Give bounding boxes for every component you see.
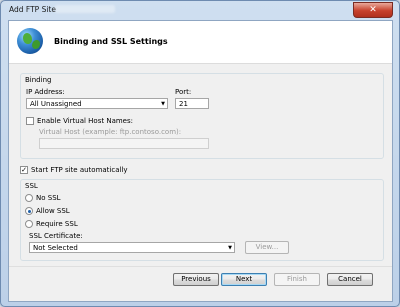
window-title: Add FTP Site [9,5,56,14]
previous-button[interactable]: Previous [173,273,219,286]
view-certificate-button[interactable]: View... [245,241,289,254]
dialog-client-area: Binding and SSL Settings Binding IP Addr… [8,20,393,302]
radio-allow-ssl[interactable] [25,207,33,215]
close-button[interactable]: ✕ [353,2,393,18]
globe-icon [17,28,43,54]
add-ftp-site-window: Add FTP Site ✕ Binding and SSL Settings … [0,0,400,307]
no-ssl-label: No SSL [36,194,61,202]
binding-group-label: Binding [25,76,52,84]
start-automatically-checkbox[interactable]: ✓ [20,166,28,174]
ssl-certificate-value: Not Selected [33,244,78,252]
ip-address-select[interactable]: All Unassigned ▼ [26,98,168,109]
finish-button[interactable]: Finish [274,273,320,286]
wizard-header: Binding and SSL Settings [9,21,392,64]
virtual-host-label: Virtual Host (example: ftp.contoso.com): [39,128,182,136]
ssl-certificate-select[interactable]: Not Selected ▼ [29,242,235,253]
footer-separator [9,266,392,267]
chevron-down-icon: ▼ [161,101,165,107]
ip-address-value: All Unassigned [30,100,82,108]
enable-virtual-host-checkbox[interactable] [26,117,34,125]
ssl-group-label: SSL [25,182,38,190]
start-automatically-label: Start FTP site automatically [31,166,128,174]
port-input[interactable]: 21 [175,98,209,109]
next-button[interactable]: Next [221,273,267,286]
port-label: Port: [175,88,192,96]
require-ssl-label: Require SSL [36,220,78,228]
title-bar[interactable]: Add FTP Site ✕ [1,1,399,19]
virtual-host-input[interactable] [39,138,209,149]
ssl-certificate-label: SSL Certificate: [29,232,83,240]
cancel-button[interactable]: Cancel [327,273,373,286]
chevron-down-icon: ▼ [228,245,232,251]
ip-address-label: IP Address: [26,88,65,96]
checkmark-icon: ✓ [21,166,27,174]
radio-require-ssl[interactable] [25,220,33,228]
page-title: Binding and SSL Settings [54,37,168,46]
allow-ssl-label: Allow SSL [36,207,70,215]
radio-no-ssl[interactable] [25,194,33,202]
title-blur-region [55,5,115,13]
enable-virtual-host-label: Enable Virtual Host Names: [37,117,133,125]
